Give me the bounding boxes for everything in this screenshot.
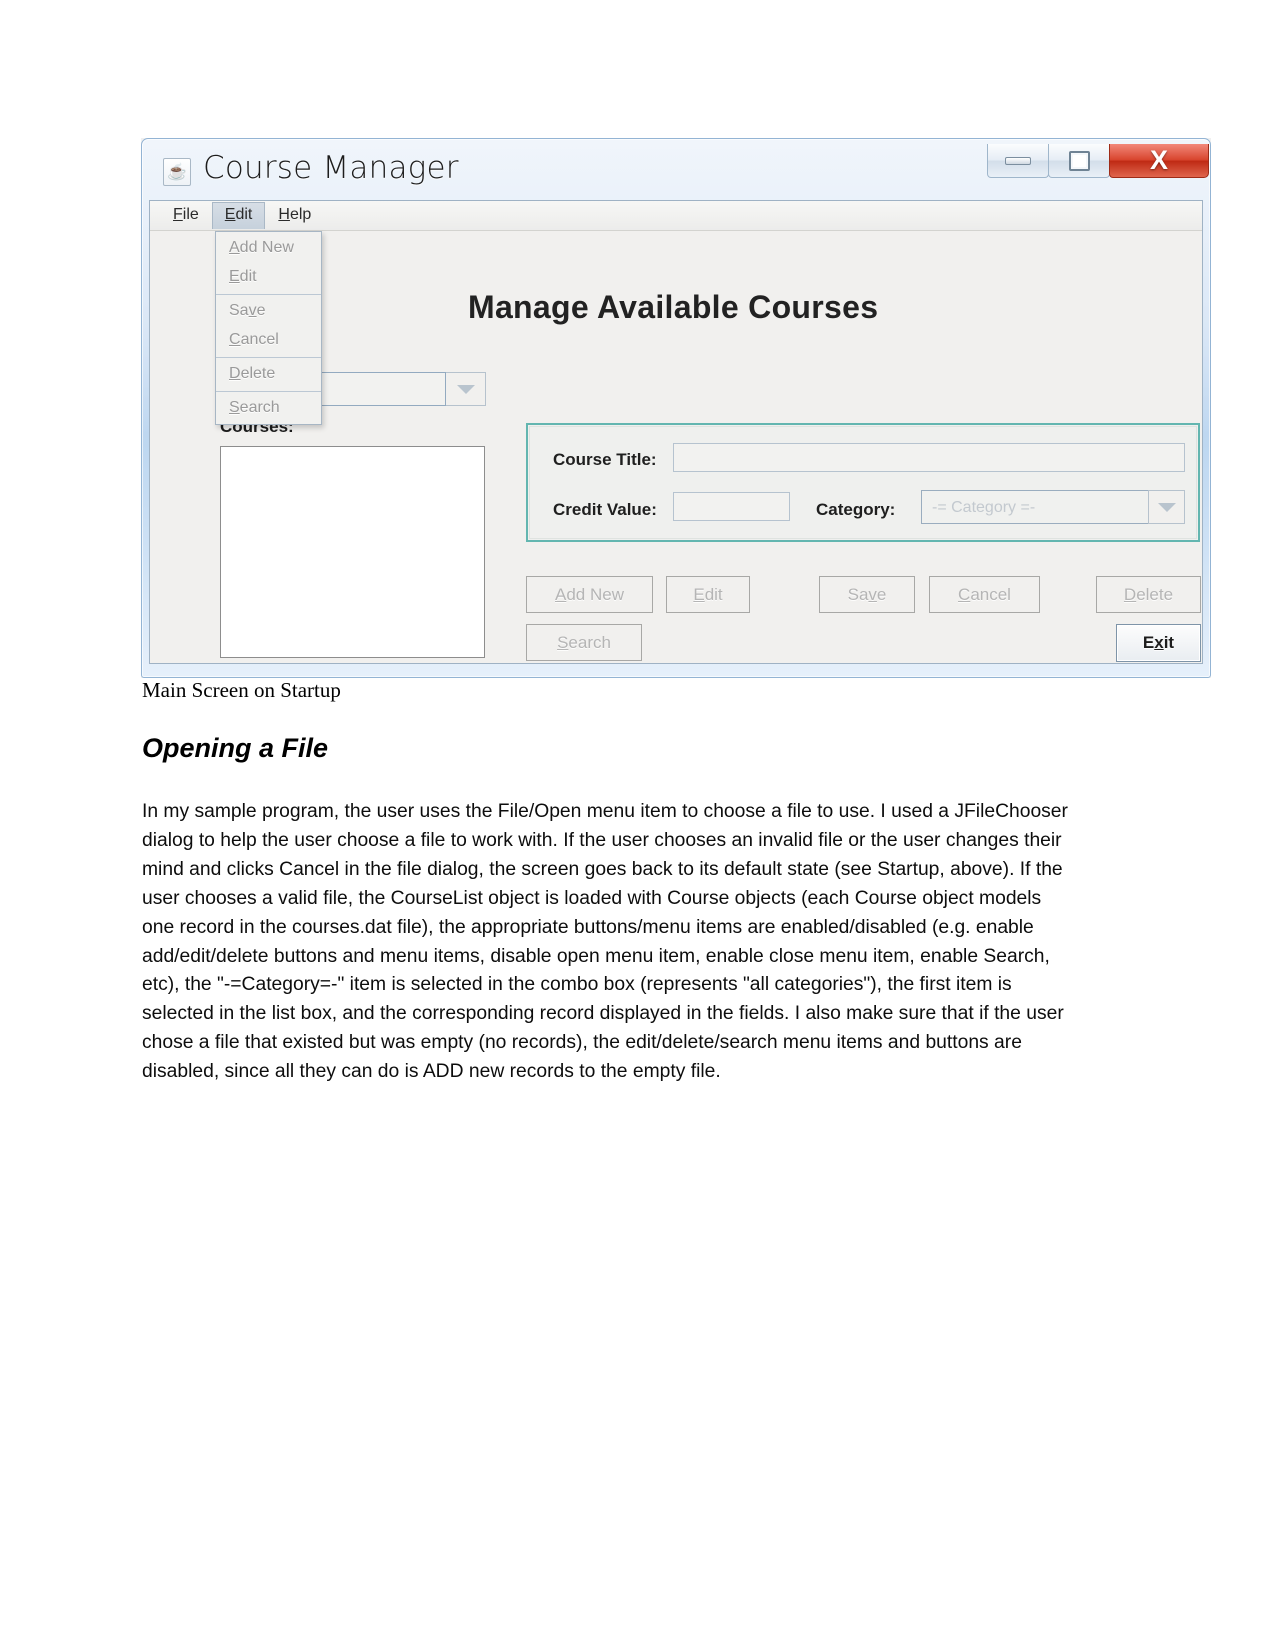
course-manager-window-screenshot: ☕ Course Manager X File Edit Help Add Ne… bbox=[141, 138, 1211, 678]
menu-item-edit[interactable]: Edit bbox=[216, 263, 321, 292]
minimize-icon bbox=[1005, 156, 1031, 165]
panel-title: Manage Available Courses bbox=[468, 289, 879, 325]
menu-separator bbox=[216, 391, 321, 392]
search-button[interactable]: Search bbox=[526, 624, 642, 661]
menu-item-delete[interactable]: Delete bbox=[216, 360, 321, 389]
delete-button[interactable]: Delete bbox=[1096, 576, 1201, 613]
menu-item-cancel[interactable]: Cancel bbox=[216, 326, 321, 355]
chevron-down-icon[interactable] bbox=[446, 372, 486, 406]
edit-menu-dropdown[interactable]: Add New Edit Save Cancel Delete Search bbox=[215, 231, 322, 425]
credit-value-input[interactable] bbox=[673, 492, 790, 521]
window-controls: X bbox=[987, 144, 1209, 178]
course-title-label: Course Title: bbox=[553, 450, 657, 469]
add-new-button[interactable]: Add New bbox=[526, 576, 653, 613]
menu-file[interactable]: File bbox=[160, 202, 212, 229]
credit-value-label: Credit Value: bbox=[553, 500, 657, 519]
figure-caption: Main Screen on Startup bbox=[142, 678, 341, 702]
menu-separator bbox=[216, 294, 321, 295]
courses-listbox[interactable] bbox=[220, 446, 485, 658]
body-paragraph: In my sample program, the user uses the … bbox=[142, 801, 1068, 1083]
document-page: ☕ Course Manager X File Edit Help Add Ne… bbox=[0, 0, 1275, 1651]
chevron-down-icon[interactable] bbox=[1148, 490, 1185, 524]
close-button[interactable]: X bbox=[1109, 144, 1209, 178]
menubar: File Edit Help bbox=[150, 201, 1202, 231]
window-title: Course Manager bbox=[203, 150, 459, 186]
menu-item-search[interactable]: Search bbox=[216, 394, 321, 423]
window-client-area: File Edit Help Add New Edit Save Cancel … bbox=[149, 200, 1203, 664]
section-heading: Opening a File bbox=[142, 733, 329, 763]
course-details-group: Course Title: Credit Value: Category: -=… bbox=[526, 423, 1200, 542]
close-icon: X bbox=[1149, 145, 1168, 175]
maximize-icon bbox=[1068, 150, 1090, 171]
category-label: Category: bbox=[816, 500, 896, 519]
cancel-button[interactable]: Cancel bbox=[929, 576, 1040, 613]
category-combo-value: -= Category =- bbox=[921, 490, 1148, 524]
java-coffee-cup-icon: ☕ bbox=[163, 158, 191, 186]
menu-help[interactable]: Help bbox=[265, 202, 324, 229]
category-combo[interactable]: -= Category =- bbox=[921, 490, 1185, 524]
menu-edit[interactable]: Edit bbox=[211, 202, 266, 229]
menu-item-add-new[interactable]: Add New bbox=[216, 234, 321, 263]
exit-button[interactable]: Exit bbox=[1116, 624, 1201, 662]
window-titlebar: ☕ Course Manager X bbox=[141, 138, 1211, 200]
minimize-button[interactable] bbox=[987, 144, 1049, 178]
maximize-button[interactable] bbox=[1048, 144, 1110, 178]
edit-button[interactable]: Edit bbox=[666, 576, 750, 613]
menu-item-save[interactable]: Save bbox=[216, 297, 321, 326]
course-title-input[interactable] bbox=[673, 443, 1185, 472]
menu-separator bbox=[216, 357, 321, 358]
save-button[interactable]: Save bbox=[819, 576, 915, 613]
